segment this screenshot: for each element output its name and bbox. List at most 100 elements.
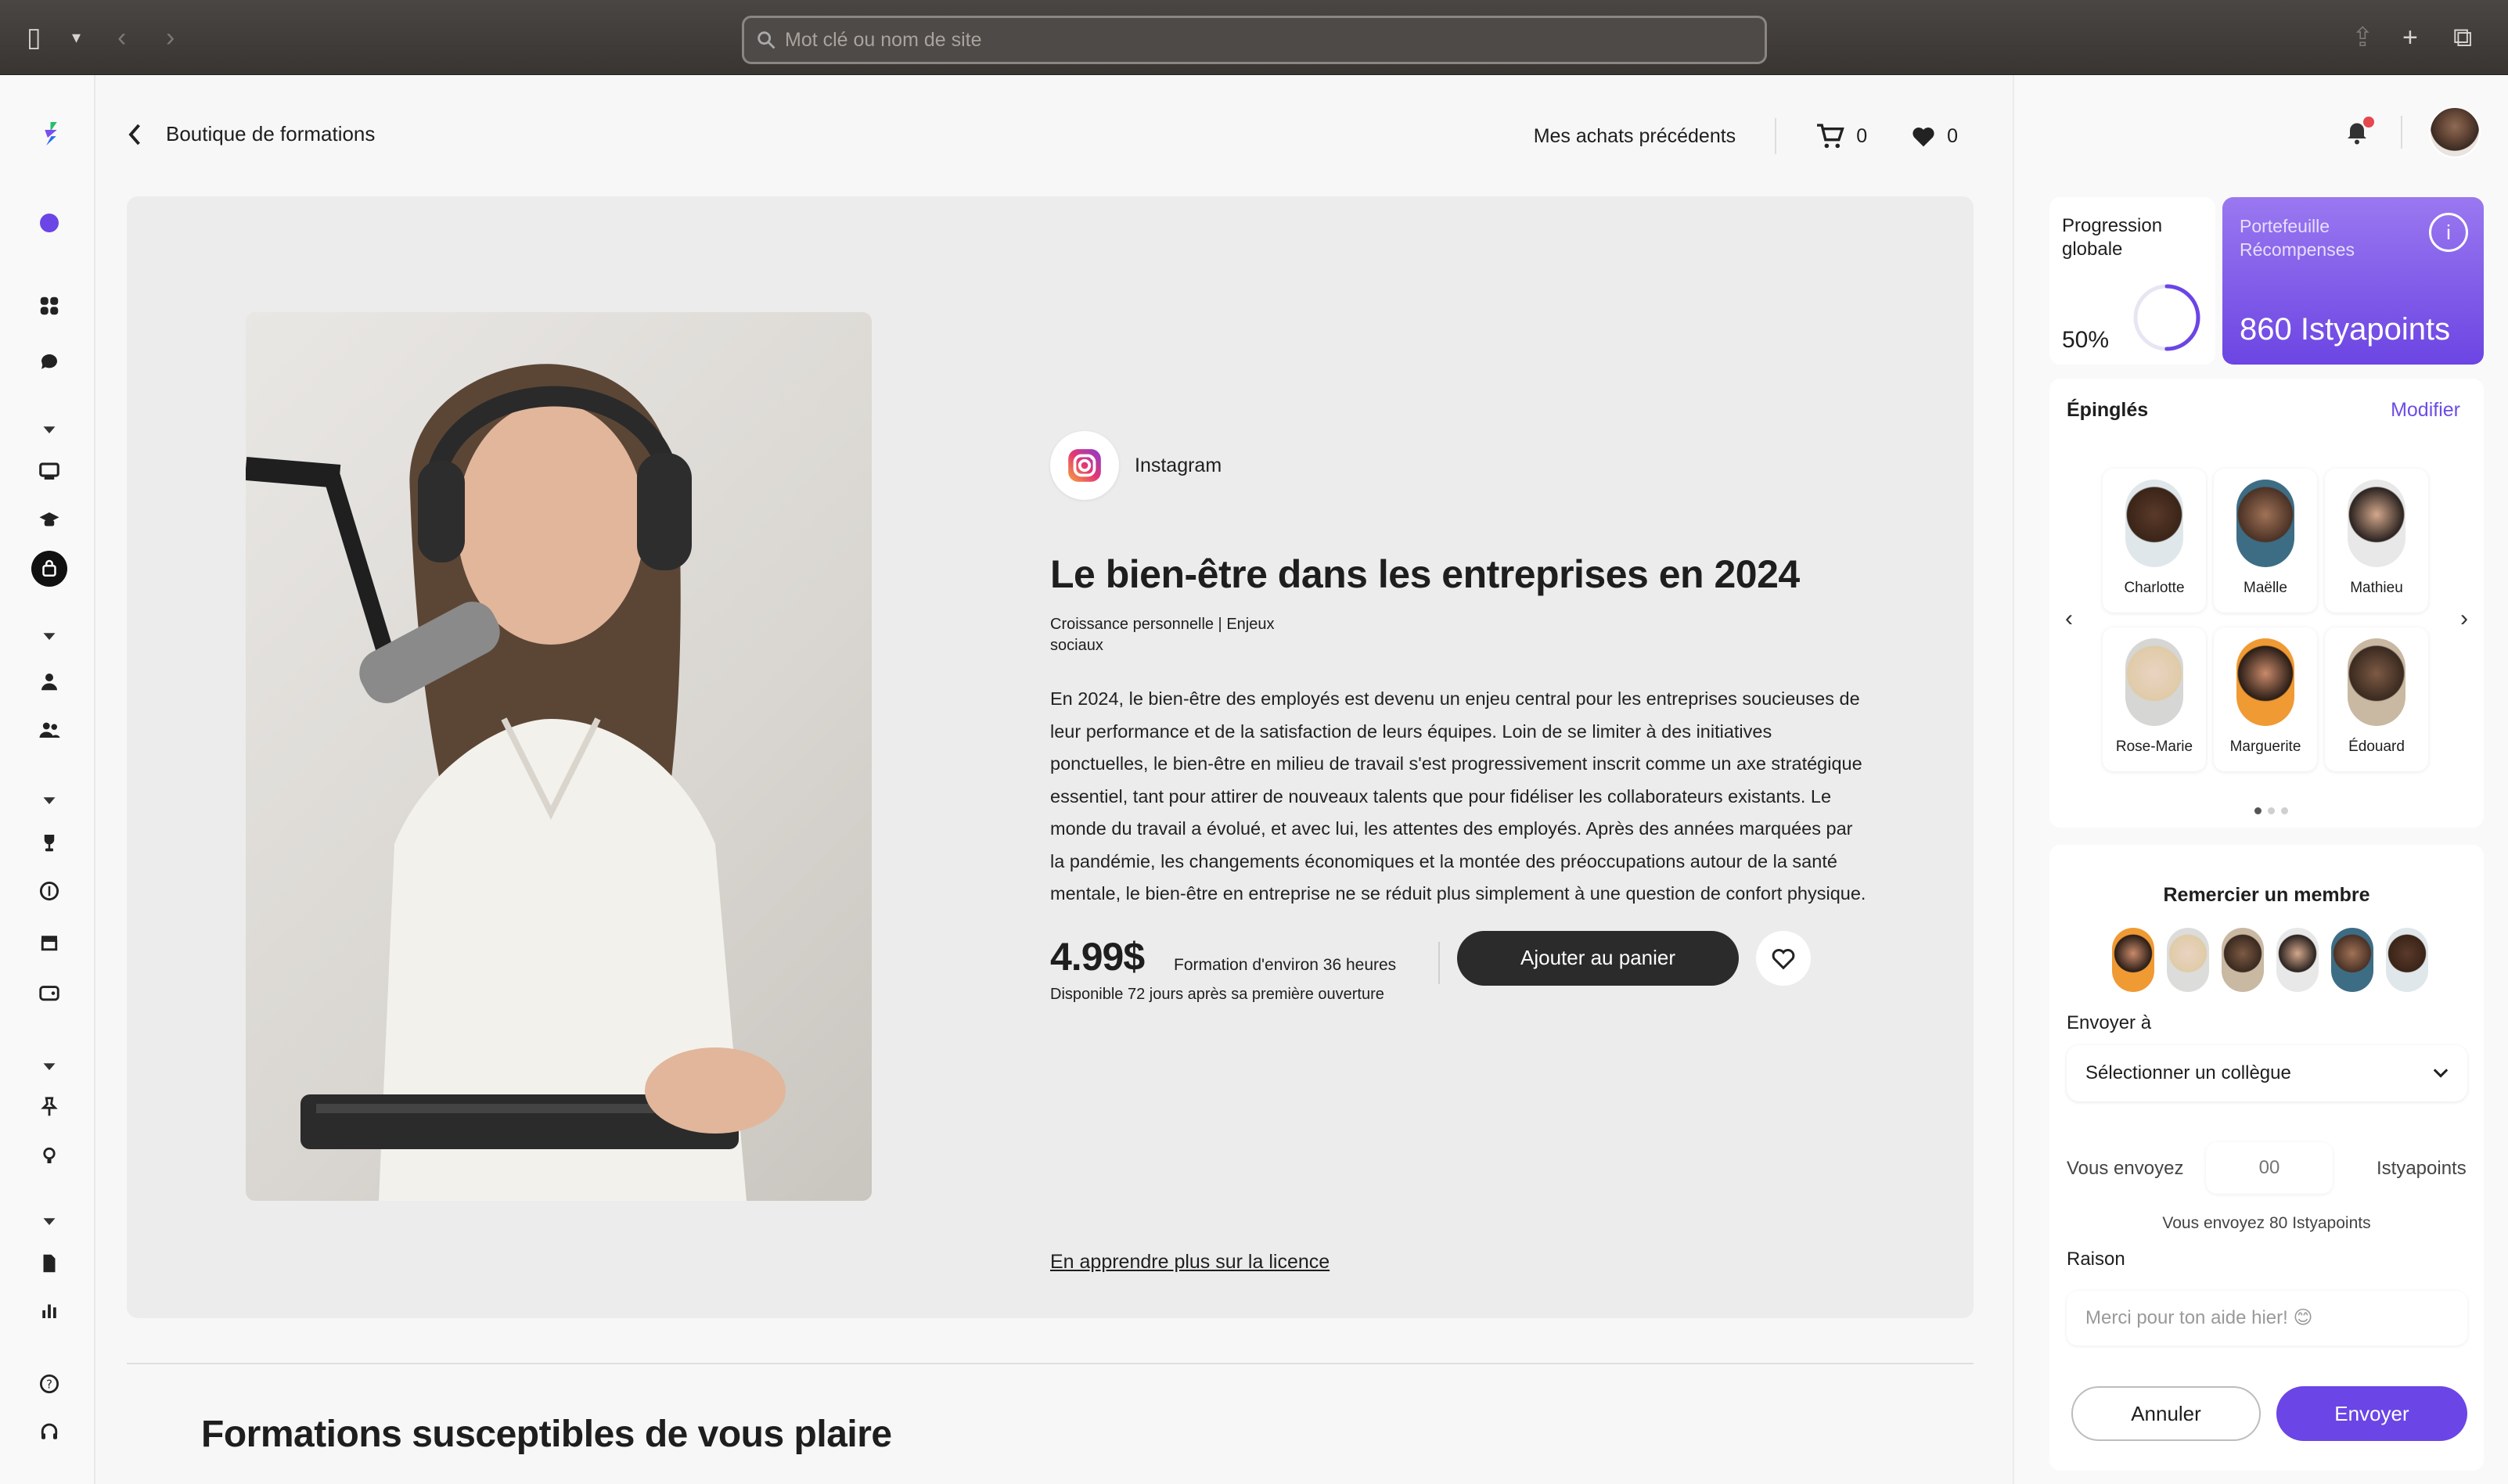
instagram-logo-icon (1050, 431, 1119, 500)
heart-outline-icon (1772, 948, 1795, 969)
coin-icon[interactable] (31, 873, 67, 909)
person-name: Édouard (2348, 738, 2405, 755)
send-summary: Vous envoyez 80 Istyapoints (2162, 1214, 2371, 1232)
user-area (2343, 106, 2481, 158)
wallet-icon[interactable] (31, 975, 67, 1011)
lightbulb-icon[interactable] (31, 1137, 67, 1173)
chevron-left-icon[interactable]: ‹ (2065, 605, 2073, 632)
dashboard-icon[interactable] (31, 288, 67, 324)
availability-note: Disponible 72 jours après sa première ou… (1050, 985, 1384, 1003)
person-name: Rose-Marie (2115, 738, 2193, 755)
trophy-icon[interactable] (31, 825, 67, 861)
cancel-button[interactable]: Annuler (2071, 1386, 2261, 1441)
avatar[interactable] (2429, 106, 2481, 158)
reason-label: Raison (2067, 1249, 2125, 1270)
provider-name: Instagram (1135, 454, 1222, 476)
wallet-label: Portefeuille Récompenses (2240, 216, 2355, 260)
colleague-select[interactable]: Sélectionner un collègue (2067, 1045, 2467, 1101)
reason-input[interactable]: Merci pour ton aide hier! 😊 (2067, 1291, 2467, 1346)
right-panel: Progression globale 50% Portefeuille Réc… (2013, 75, 2508, 1484)
collapse-arrow-icon[interactable] (31, 411, 67, 447)
product-title: Le bien-être dans les entreprises en 202… (1050, 552, 1800, 596)
thank-member-form: Remercier un membre Envoyer à Sélectionn… (2049, 845, 2484, 1471)
pinned-title: Épinglés (2067, 399, 2149, 421)
pin-icon[interactable] (31, 1089, 67, 1125)
person-name: Charlotte (2124, 580, 2185, 596)
member-avatar[interactable] (2276, 928, 2319, 992)
graduation-icon[interactable] (31, 502, 67, 538)
pinned-person[interactable]: Charlotte (2103, 469, 2206, 613)
info-icon[interactable]: i (2429, 213, 2468, 252)
rewards-wallet-card[interactable]: Portefeuille Récompenses i 860 Istyapoin… (2222, 197, 2484, 365)
person-photo (2236, 638, 2294, 726)
shop-bag-icon[interactable] (31, 551, 67, 587)
product-card: Instagram Le bien-être dans les entrepri… (127, 196, 1974, 1318)
send-button[interactable]: Envoyer (2276, 1386, 2467, 1441)
tabs-overview-icon[interactable]: ⧉ (2453, 20, 2472, 55)
favorite-button[interactable] (1756, 930, 1811, 986)
send-to-label: Envoyer à (2067, 1012, 2152, 1033)
previous-purchases-link[interactable]: Mes achats précédents (1534, 125, 1736, 148)
collapse-arrow-icon[interactable] (31, 1048, 67, 1084)
page-header: Boutique de formations Mes achats précéd… (95, 75, 2013, 200)
app-logo[interactable] (31, 106, 70, 161)
address-bar[interactable]: Mot clé ou nom de site (742, 16, 1767, 64)
favorites-button[interactable]: 0 (1911, 124, 1958, 148)
forward-arrow-icon[interactable]: › (166, 20, 175, 55)
sidebar-toggle-icon[interactable]: ▯ (27, 20, 41, 55)
store-icon[interactable] (31, 925, 67, 961)
collapse-arrow-icon[interactable] (31, 1203, 67, 1239)
progress-label: Progression globale (2062, 215, 2163, 260)
support-headset-icon[interactable] (31, 1414, 67, 1450)
pinned-person[interactable]: Édouard (2325, 627, 2428, 771)
help-icon[interactable]: ? (31, 1366, 67, 1402)
chat-icon[interactable] (31, 344, 67, 380)
member-avatar[interactable] (2331, 928, 2373, 992)
progress-value: 50% (2062, 327, 2110, 353)
team-icon[interactable] (31, 712, 67, 748)
wallet-amount: 860 Istyapoints (2240, 312, 2451, 347)
person-photo (2125, 638, 2183, 726)
notification-bell-icon[interactable] (2343, 117, 2374, 148)
divider (2401, 116, 2402, 149)
add-to-cart-button[interactable]: Ajouter au panier (1457, 930, 1739, 986)
person-name: Marguerite (2229, 738, 2301, 755)
share-icon[interactable]: ⇪ (2351, 20, 2374, 55)
chart-icon[interactable] (31, 1292, 67, 1328)
person-photo (2348, 480, 2405, 567)
member-avatar[interactable] (2222, 928, 2264, 992)
courses-icon[interactable] (31, 454, 67, 490)
cart-button[interactable]: 0 (1815, 123, 1867, 149)
carousel-dots (2254, 807, 2288, 814)
product-description: En 2024, le bien-être des employés est d… (1050, 688, 1866, 904)
back-link[interactable]: Boutique de formations (166, 122, 375, 146)
progress-card: Progression globale 50% (2049, 197, 2215, 365)
cart-icon (1817, 124, 1845, 149)
collapse-arrow-icon[interactable] (31, 618, 67, 654)
person-photo (2348, 638, 2405, 726)
pinned-person[interactable]: Maëlle (2214, 469, 2317, 613)
new-tab-icon[interactable]: + (2402, 20, 2418, 55)
document-icon[interactable] (31, 1245, 67, 1281)
collapse-arrow-icon[interactable] (31, 782, 67, 818)
browser-toolbar: ▯ ▾ ‹ › Mot clé ou nom de site ⇪ + ⧉ (0, 0, 2508, 75)
member-avatar[interactable] (2386, 928, 2428, 992)
chevron-right-icon[interactable]: › (2460, 605, 2468, 632)
header-actions: Mes achats précédents 0 0 (1534, 118, 1958, 154)
chevron-left-icon (128, 124, 140, 145)
edit-pinned-link[interactable]: Modifier (2391, 399, 2460, 422)
breadcrumb[interactable]: Boutique de formations (127, 122, 375, 146)
pinned-person[interactable]: Marguerite (2214, 627, 2317, 771)
points-amount-input[interactable] (2206, 1142, 2333, 1194)
member-avatar[interactable] (2112, 928, 2154, 992)
recommendations-title: Formations susceptibles de vous plaire (201, 1414, 892, 1455)
chevron-down-icon[interactable]: ▾ (72, 20, 81, 55)
person-name: Mathieu (2350, 580, 2403, 596)
member-avatar[interactable] (2167, 928, 2209, 992)
pinned-person[interactable]: Mathieu (2325, 469, 2428, 613)
back-arrow-icon[interactable]: ‹ (117, 20, 126, 55)
pinned-person[interactable]: Rose-Marie (2103, 627, 2206, 771)
you-send-label: Vous envoyez (2067, 1158, 2184, 1179)
license-link[interactable]: En apprendre plus sur la licence (1050, 1251, 1330, 1274)
user-icon[interactable] (31, 663, 67, 699)
